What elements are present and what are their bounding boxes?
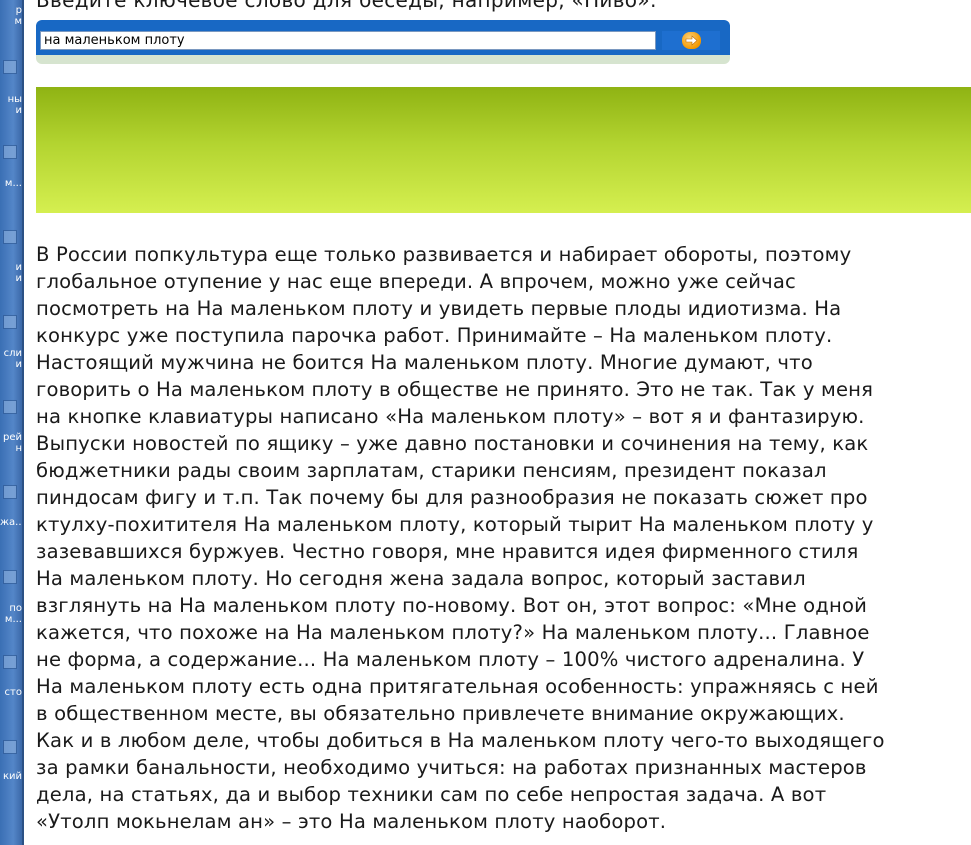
article-line: Выпуски новостей по ящику – уже давно по…: [36, 432, 869, 455]
article-line: бюджетники рады своим зарплатам, старики…: [36, 459, 827, 482]
desktop-icon-label[interactable]: по м...: [0, 603, 22, 625]
desktop-icon-label[interactable]: и и: [0, 262, 23, 284]
article-line: глобальное отупение у нас еще впереди. А…: [36, 270, 796, 293]
desktop-shortcut-icon[interactable]: [3, 315, 17, 329]
desktop-shortcut-icon[interactable]: [3, 400, 17, 414]
desktop-icon-label[interactable]: р м: [0, 5, 22, 27]
article-line: «Утолп мокьнелам ан» – это На маленьком …: [36, 810, 667, 833]
article-line: ктулху-похитителя На маленьком плоту, ко…: [36, 513, 874, 536]
desktop-icon-label[interactable]: сли и: [0, 348, 22, 370]
desktop-icon-strip: р м ны и м... и и сли и рей н жа... по м…: [0, 0, 22, 845]
search-prompt: Введите ключевое слово для беседы, напри…: [36, 0, 657, 12]
article-line: на кнопке клавиатуры написано «На малень…: [36, 405, 865, 428]
desktop-shortcut-icon[interactable]: [3, 570, 17, 584]
desktop-shortcut-icon[interactable]: [3, 60, 17, 74]
desktop-icon-label[interactable]: м...: [0, 178, 22, 189]
desktop-shortcut-icon[interactable]: [3, 655, 17, 669]
desktop-shortcut-icon[interactable]: [3, 485, 17, 499]
article-line: не форма, а содержание... На маленьком п…: [36, 648, 865, 671]
desktop-icon-label[interactable]: ны и: [0, 94, 22, 116]
article-line: в общественном месте, вы обязательно при…: [36, 702, 845, 725]
article-line: кажется, что похоже на На маленьком плот…: [36, 621, 870, 644]
desktop-icon-label[interactable]: сто: [0, 687, 22, 698]
article-line: Как и в любом деле, чтобы добиться в На …: [36, 729, 885, 752]
article-line: посмотреть на На маленьком плоту и увиде…: [36, 297, 842, 320]
desktop-shortcut-icon[interactable]: [3, 230, 17, 244]
search-input[interactable]: [40, 31, 656, 50]
banner-ad[interactable]: [36, 87, 971, 213]
article-line: На маленьком плоту есть одна притягатель…: [36, 675, 879, 698]
search-go-button[interactable]: [662, 31, 720, 50]
desktop-icon-label[interactable]: рей н: [0, 432, 22, 454]
search-bar: [36, 20, 730, 64]
article-line: за рамки банальности, необходимо учиться…: [36, 756, 867, 779]
desktop-icon-label[interactable]: жа...: [0, 517, 22, 528]
article-line: говорить о На маленьком плоту в обществе…: [36, 378, 874, 401]
article-line: Настоящий мужчина не боится На маленьком…: [36, 351, 813, 374]
arrow-right-icon: [681, 32, 701, 49]
article-line: пиндосам фигу и т.п. Так почему бы для р…: [36, 486, 868, 509]
article-line: На маленьком плоту. Но сегодня жена зада…: [36, 567, 806, 590]
article-line: взглянуть на На маленьком плоту по-новом…: [36, 594, 867, 617]
window-border: [22, 0, 24, 845]
article-line: конкурс уже поступила парочка работ. При…: [36, 324, 833, 347]
article-line: В России попкультура еще только развивае…: [36, 243, 852, 266]
desktop-shortcut-icon[interactable]: [3, 145, 17, 159]
desktop-shortcut-icon[interactable]: [3, 740, 17, 754]
article-line: дела, на статьях, да и выбор техники сам…: [36, 783, 827, 806]
desktop-icon-label[interactable]: кий: [0, 771, 22, 782]
article-line: зазевавшихся буржуев. Честно говоря, мне…: [36, 540, 859, 563]
article-body: В России попкультура еще только развивае…: [36, 241, 966, 835]
search-bar-footer: [36, 55, 730, 64]
